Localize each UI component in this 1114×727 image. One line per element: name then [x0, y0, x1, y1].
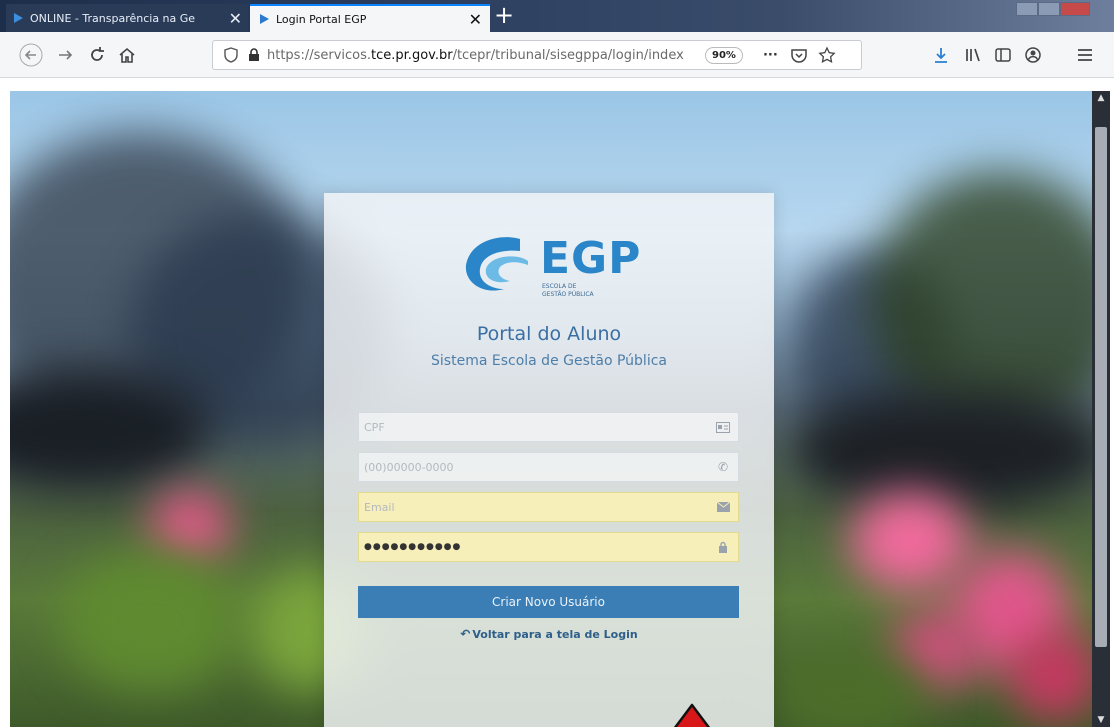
back-button[interactable] — [18, 42, 44, 68]
close-tab-icon[interactable]: ✕ — [229, 9, 242, 28]
email-field[interactable] — [358, 492, 739, 522]
back-arrow-icon — [19, 43, 43, 67]
forward-button[interactable] — [52, 42, 78, 68]
back-to-login-link[interactable]: ↶ Voltar para a tela de Login — [324, 627, 774, 641]
page-viewport: ▲ ▼ EGP ESCOLA DE GESTÃO PÚBLICA Portal … — [0, 79, 1114, 727]
scroll-up-icon[interactable]: ▲ — [1092, 91, 1110, 105]
reload-icon — [91, 47, 104, 61]
envelope-icon — [716, 500, 730, 514]
close-tab-icon[interactable]: ✕ — [469, 10, 482, 29]
pocket-icon[interactable] — [790, 46, 808, 64]
account-button[interactable] — [1020, 42, 1046, 68]
zoom-indicator[interactable]: 90% — [705, 46, 743, 64]
logo-subtitle: ESCOLA DE GESTÃO PÚBLICA — [542, 283, 594, 298]
password-field[interactable] — [358, 532, 739, 562]
sidebar-icon — [995, 48, 1011, 62]
downloads-button[interactable] — [928, 42, 954, 68]
page-scrollbar[interactable]: ▲ ▼ — [1092, 91, 1110, 727]
logo-text: EGP — [540, 233, 642, 284]
library-icon — [966, 48, 980, 62]
address-bar[interactable]: https://servicos.tce.pr.gov.br/tcepr/tri… — [212, 40, 862, 70]
egp-logo: EGP ESCOLA DE GESTÃO PÚBLICA — [460, 231, 650, 305]
sidebar-button[interactable] — [990, 42, 1016, 68]
forward-arrow-icon — [59, 50, 73, 60]
phone-input[interactable] — [364, 460, 716, 474]
window-controls[interactable] — [1016, 2, 1090, 16]
red-annotation-arrow-icon — [673, 703, 711, 727]
tab-login-portal-egp[interactable]: Login Portal EGP ✕ — [250, 4, 490, 32]
hamburger-menu-icon — [1078, 49, 1092, 61]
tab-online-transparencia[interactable]: ONLINE - Transparência na Ge ✕ — [6, 4, 248, 32]
password-input[interactable] — [364, 542, 716, 552]
portal-subtitle: Sistema Escola de Gestão Pública — [431, 353, 667, 369]
portal-title: Portal do Aluno — [476, 323, 622, 345]
egp-swirl-logo-icon — [465, 237, 528, 291]
reload-button[interactable] — [84, 42, 110, 68]
close-window-button[interactable] — [1060, 2, 1090, 16]
page-actions-menu[interactable]: ··· — [763, 48, 778, 63]
create-user-button[interactable]: Criar Novo Usuário — [358, 586, 739, 618]
play-favicon-icon — [260, 14, 269, 24]
email-input[interactable] — [364, 500, 716, 514]
browser-toolbar: https://servicos.tce.pr.gov.br/tcepr/tri… — [0, 32, 1114, 78]
tab-title: ONLINE - Transparência na Ge — [30, 11, 196, 25]
tab-title: Login Portal EGP — [276, 12, 367, 26]
download-icon — [935, 48, 947, 63]
phone-icon: ✆ — [717, 460, 729, 474]
phone-field[interactable]: ✆ — [358, 452, 739, 482]
menu-button[interactable] — [1072, 42, 1098, 68]
maximize-button[interactable] — [1038, 2, 1060, 16]
play-favicon-icon — [14, 13, 23, 23]
home-button[interactable] — [114, 42, 140, 68]
cpf-field[interactable] — [358, 412, 739, 442]
account-icon — [1025, 47, 1041, 63]
browser-tab-bar: ONLINE - Transparência na Ge ✕ Login Por… — [0, 0, 1114, 32]
bookmark-star-icon[interactable] — [818, 46, 836, 64]
lock-icon[interactable] — [247, 48, 261, 62]
new-tab-icon[interactable]: + — [494, 2, 514, 28]
library-button[interactable] — [960, 42, 986, 68]
shield-icon[interactable] — [223, 47, 239, 63]
scroll-down-icon[interactable]: ▼ — [1092, 713, 1110, 727]
reply-arrow-icon: ↶ — [460, 627, 471, 641]
login-card: EGP ESCOLA DE GESTÃO PÚBLICA Portal do A… — [324, 193, 774, 727]
id-card-icon — [716, 420, 730, 434]
home-icon — [119, 47, 135, 63]
lock-icon — [716, 540, 730, 554]
scrollbar-thumb[interactable] — [1095, 127, 1107, 647]
url-text[interactable]: https://servicos.tce.pr.gov.br/tcepr/tri… — [267, 48, 699, 63]
minimize-button[interactable] — [1016, 2, 1038, 16]
cpf-input[interactable] — [364, 420, 716, 434]
